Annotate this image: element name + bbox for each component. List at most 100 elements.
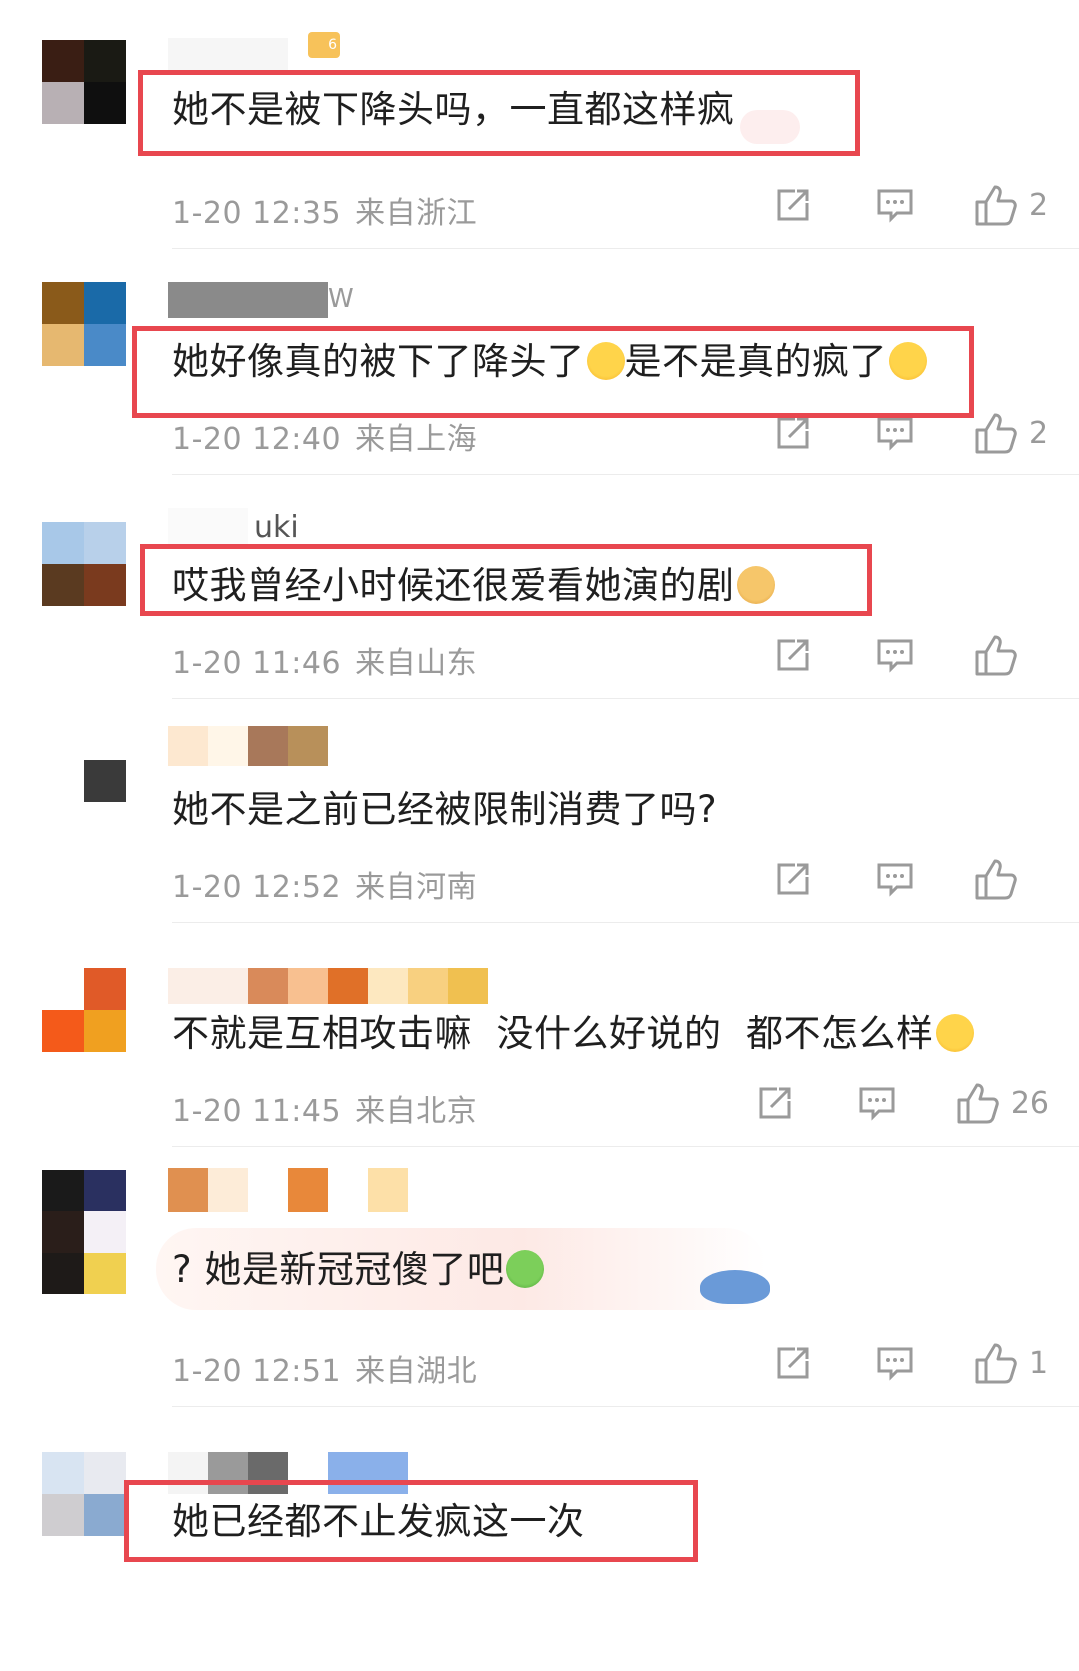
- comment-actions: [773, 858, 1049, 900]
- laugh-cry-emoji: [586, 342, 625, 380]
- comment-text-part: 她好像真的被下了降头了: [172, 340, 585, 383]
- like-button[interactable]: [973, 858, 1049, 900]
- comment-meta: 1-20 12:35 来自浙江: [172, 188, 477, 232]
- share-button[interactable]: [773, 635, 813, 675]
- like-button[interactable]: [973, 634, 1049, 676]
- reply-button[interactable]: [875, 635, 915, 675]
- divider: [172, 474, 1079, 475]
- avatar[interactable]: [42, 760, 126, 844]
- share-icon: [777, 863, 809, 895]
- username-blurred[interactable]: [168, 1168, 408, 1212]
- comment-location: 来自北京: [355, 1094, 478, 1129]
- comment-location: 来自浙江: [355, 196, 478, 231]
- thumbs-up-icon: [975, 1343, 1017, 1384]
- thumbs-up-icon: [975, 185, 1017, 226]
- frog-emoji: [506, 1250, 545, 1288]
- reply-button[interactable]: [875, 1343, 915, 1383]
- comment-text-part: 是不是真的疯了: [624, 340, 887, 383]
- share-button[interactable]: [773, 1343, 813, 1383]
- comment-actions: [773, 634, 1049, 676]
- share-icon: [759, 1087, 791, 1119]
- comment-icon: [877, 189, 913, 223]
- username-blurred[interactable]: W: [168, 282, 366, 318]
- share-button[interactable]: [755, 1083, 795, 1123]
- share-icon: [777, 417, 809, 449]
- comment-text: 她不是之前已经被限制消费了吗?: [172, 788, 718, 831]
- comment-icon: [877, 639, 913, 673]
- comment-text: 她已经都不止发疯这一次: [172, 1500, 585, 1543]
- comment-text: 她不是被下降头吗，一直都这样疯: [172, 88, 735, 131]
- like-count: 26: [1010, 1085, 1049, 1121]
- divider: [172, 1406, 1079, 1407]
- comment-date: 1-20 12:35: [172, 196, 342, 231]
- comment-meta: 1-20 12:52 来自河南: [172, 862, 477, 906]
- smirk-emoji: [935, 1014, 974, 1052]
- share-button[interactable]: [773, 185, 813, 225]
- thumbs-up-icon: [975, 635, 1017, 676]
- comment-location: 来自上海: [355, 422, 478, 457]
- level-badge: 6: [308, 32, 340, 58]
- like-count: 1: [1029, 1345, 1049, 1381]
- comment-meta: 1-20 11:46 来自山东: [172, 638, 477, 682]
- divider: [172, 922, 1079, 923]
- reply-button[interactable]: [875, 413, 915, 453]
- share-icon: [777, 639, 809, 671]
- comment-icon: [877, 863, 913, 897]
- comment-date: 1-20 12:40: [172, 422, 342, 457]
- comment-text-part: 哎我曾经小时候还很爱看她演的剧: [172, 564, 735, 607]
- like-button[interactable]: 26: [955, 1082, 1049, 1124]
- like-count: 2: [1029, 187, 1049, 223]
- avatar[interactable]: [42, 1170, 126, 1294]
- like-button[interactable]: 2: [973, 412, 1049, 454]
- comment-decoration: [740, 110, 800, 144]
- divider: [172, 248, 1079, 249]
- share-button[interactable]: [773, 859, 813, 899]
- thumbs-up-icon: [957, 1083, 999, 1124]
- avatar[interactable]: [42, 968, 126, 1052]
- comment-text-part: 不就是互相攻击嘛 没什么好说的 都不怎么样: [172, 1012, 934, 1055]
- comment-date: 1-20 12:51: [172, 1354, 342, 1389]
- share-icon: [777, 189, 809, 221]
- username-blurred[interactable]: uki: [168, 508, 334, 545]
- comment-actions: 2: [773, 412, 1049, 454]
- comment-location: 来自河南: [355, 870, 478, 905]
- username-blurred[interactable]: [168, 968, 488, 1004]
- reply-button[interactable]: [875, 859, 915, 899]
- comment-meta: 1-20 12:40 来自上海: [172, 414, 477, 458]
- like-button[interactable]: 1: [973, 1342, 1049, 1384]
- comment-text-part: ? 她是新冠冠傻了吧: [172, 1248, 505, 1291]
- share-icon: [777, 1347, 809, 1379]
- avatar[interactable]: [42, 282, 126, 366]
- comment-text: 不就是互相攻击嘛 没什么好说的 都不怎么样: [172, 1012, 974, 1056]
- comment-location: 来自湖北: [355, 1354, 478, 1389]
- comment-icon: [877, 1347, 913, 1381]
- comment-icon: [859, 1087, 895, 1121]
- username-blurred[interactable]: [168, 38, 328, 74]
- comment-text: 哎我曾经小时候还很爱看她演的剧: [172, 564, 775, 608]
- comment-meta: 1-20 12:51 来自湖北: [172, 1346, 477, 1390]
- comment-text: ? 她是新冠冠傻了吧: [172, 1248, 545, 1292]
- whale-decoration: [700, 1270, 770, 1304]
- dizzy-emoji: [889, 342, 927, 380]
- comment-date: 1-20 11:45: [172, 1094, 342, 1129]
- reply-button[interactable]: [875, 185, 915, 225]
- like-count: 2: [1029, 415, 1049, 451]
- divider: [172, 698, 1079, 699]
- username-blurred[interactable]: [168, 726, 328, 766]
- avatar[interactable]: [42, 1452, 126, 1536]
- like-button[interactable]: 2: [973, 184, 1049, 226]
- comment-actions: 2: [773, 184, 1049, 226]
- comment-date: 1-20 11:46: [172, 646, 342, 681]
- cat-emoji: [736, 566, 775, 604]
- reply-button[interactable]: [857, 1083, 897, 1123]
- username-blurred[interactable]: [168, 1452, 408, 1494]
- avatar[interactable]: [42, 40, 126, 124]
- avatar[interactable]: [42, 522, 126, 606]
- divider: [172, 1146, 1079, 1147]
- comment-date: 1-20 12:52: [172, 870, 342, 905]
- comment-meta: 1-20 11:45 来自北京: [172, 1086, 477, 1130]
- comment-icon: [877, 417, 913, 451]
- share-button[interactable]: [773, 413, 813, 453]
- thumbs-up-icon: [975, 413, 1017, 454]
- thumbs-up-icon: [975, 859, 1017, 900]
